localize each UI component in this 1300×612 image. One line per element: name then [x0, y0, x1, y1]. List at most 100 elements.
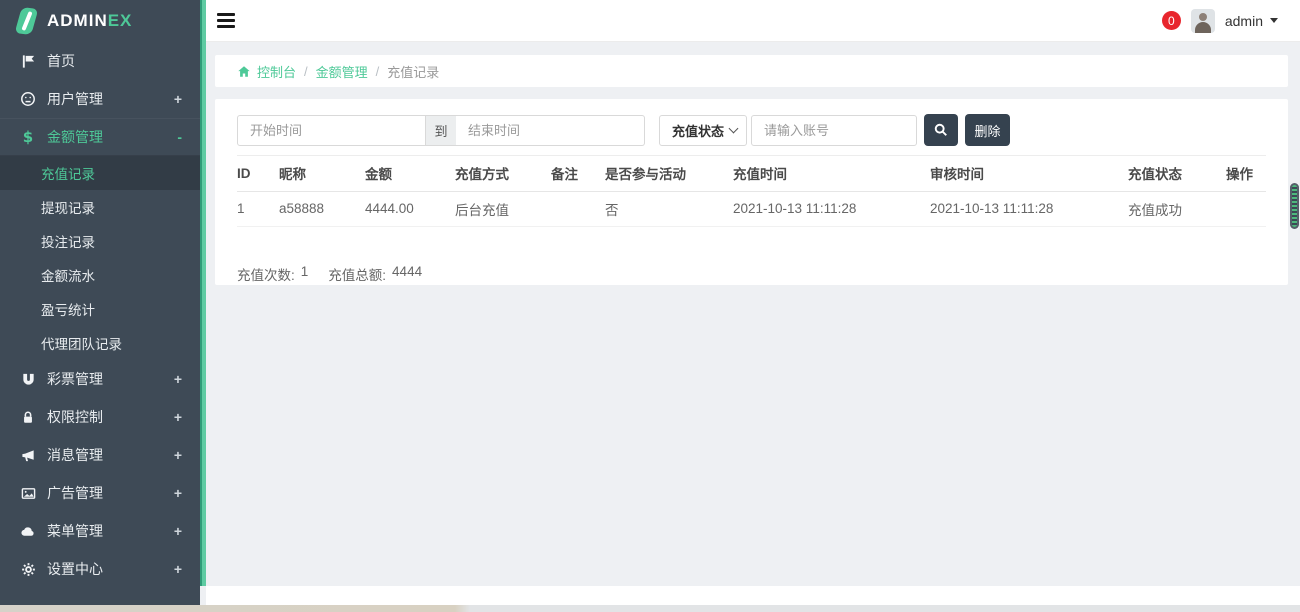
app-title: ADMINEX	[47, 11, 132, 31]
username: admin	[1225, 13, 1263, 29]
start-time-input[interactable]	[237, 115, 426, 146]
sidebar-item-label: 设置中心	[47, 559, 174, 579]
user-menu[interactable]: admin	[1225, 13, 1278, 29]
submenu-item-withdraw-records[interactable]: 提现记录	[0, 190, 200, 224]
recharge-status-select[interactable]: 充值状态	[659, 115, 747, 146]
collapse-toggle: -	[177, 129, 182, 145]
cell-recharge-time: 2021-10-13 11:11:28	[733, 191, 930, 226]
submenu-item-profit-stats[interactable]: 盈亏统计	[0, 292, 200, 326]
sidebar-item-ads[interactable]: 广告管理 +	[0, 474, 200, 512]
cell-activity-participation: 否	[605, 191, 733, 226]
cell-audit-time: 2021-10-13 11:11:28	[930, 191, 1128, 226]
date-range-group: 到	[237, 115, 645, 146]
breadcrumb: 控制台 / 金额管理 / 充值记录	[215, 55, 1288, 87]
cell-nickname: a58888	[279, 191, 365, 226]
sidebar-item-users[interactable]: 用户管理 +	[0, 80, 200, 118]
breadcrumb-home[interactable]: 控制台	[237, 62, 296, 81]
submenu-item-recharge-records[interactable]: 充值记录	[0, 156, 200, 190]
header-recharge-status: 充值状态	[1128, 156, 1226, 191]
sidebar-item-label: 用户管理	[47, 89, 174, 109]
page: ADMINEX 首页 用户管理 + $ 金额管理 -	[0, 0, 1300, 612]
image-icon	[20, 485, 36, 501]
recharge-total-label: 充值总额:	[328, 264, 386, 284]
expand-toggle: +	[174, 447, 182, 463]
vertical-scrollbar-thumb[interactable]	[1290, 183, 1299, 229]
records-table: ID 昵称 金额 充值方式 备注 是否参与活动 充值时间 审核时间 充值状态 操…	[237, 156, 1266, 227]
header-activity-participation: 是否参与活动	[605, 156, 733, 191]
cell-id: 1	[237, 191, 279, 226]
table-row: 1 a58888 4444.00 后台充值 否 2021-10-13 11:11…	[237, 191, 1266, 226]
breadcrumb-section[interactable]: 金额管理	[316, 62, 368, 81]
submenu-label: 代理团队记录	[41, 333, 122, 353]
logo-icon	[16, 7, 38, 35]
expand-toggle: +	[174, 409, 182, 425]
sidebar-item-label: 首页	[47, 51, 182, 71]
sidebar-item-label: 消息管理	[47, 445, 174, 465]
header-audit-time: 审核时间	[930, 156, 1128, 191]
sidebar-menu: 首页 用户管理 + $ 金额管理 - 充值记录 提现记录 投注记录 金额流水 盈…	[0, 42, 200, 588]
recharge-total-value: 4444	[392, 264, 422, 284]
submenu-item-bet-records[interactable]: 投注记录	[0, 224, 200, 258]
breadcrumb-separator: /	[304, 64, 308, 79]
status-badge: 充值成功	[1128, 191, 1226, 226]
sidebar-item-settings[interactable]: 设置中心 +	[0, 550, 200, 588]
horizontal-scrollbar-track[interactable]	[206, 586, 1300, 605]
sidebar-item-label: 彩票管理	[47, 369, 174, 389]
submenu-label: 充值记录	[41, 163, 95, 183]
sidebar-item-lottery[interactable]: 彩票管理 +	[0, 360, 200, 398]
sidebar-item-label: 菜单管理	[47, 521, 174, 541]
magnet-icon	[20, 371, 36, 387]
submenu-label: 投注记录	[41, 231, 95, 251]
sidebar-item-money[interactable]: $ 金额管理 -	[0, 118, 200, 156]
submenu-label: 盈亏统计	[41, 299, 95, 319]
recharge-count-label: 充值次数:	[237, 264, 295, 284]
cell-actions	[1226, 191, 1266, 226]
submenu-label: 金额流水	[41, 265, 95, 285]
submenu-item-agent-team-records[interactable]: 代理团队记录	[0, 326, 200, 360]
submenu-item-money-flow[interactable]: 金额流水	[0, 258, 200, 292]
search-button[interactable]	[924, 114, 958, 146]
end-time-input[interactable]	[456, 115, 645, 146]
delete-button[interactable]: 删除	[965, 114, 1010, 146]
money-submenu: 充值记录 提现记录 投注记录 金额流水 盈亏统计 代理团队记录	[0, 156, 200, 360]
app-logo[interactable]: ADMINEX	[0, 0, 200, 42]
sidebar-item-home[interactable]: 首页	[0, 42, 200, 80]
sidebar-item-label: 权限控制	[47, 407, 174, 427]
header-id: ID	[237, 156, 279, 191]
avatar[interactable]	[1191, 9, 1215, 33]
topbar-right: 0 admin	[1162, 9, 1300, 33]
filter-bar: 到 充值状态 删除	[237, 114, 1266, 146]
chevron-down-icon	[1270, 18, 1278, 23]
header-remark: 备注	[551, 156, 605, 191]
header-amount: 金额	[365, 156, 455, 191]
chevron-down-icon	[729, 124, 739, 134]
sidebar: ADMINEX 首页 用户管理 + $ 金额管理 -	[0, 0, 200, 607]
cell-remark	[551, 191, 605, 226]
breadcrumb-current: 充值记录	[387, 62, 439, 81]
menu-toggle-icon[interactable]	[217, 4, 251, 38]
submenu-label: 提现记录	[41, 197, 95, 217]
sidebar-item-menus[interactable]: 菜单管理 +	[0, 512, 200, 550]
sidebar-item-messages[interactable]: 消息管理 +	[0, 436, 200, 474]
flag-icon	[20, 53, 36, 69]
header-recharge-time: 充值时间	[733, 156, 930, 191]
gear-icon	[20, 561, 36, 577]
sidebar-item-label: 广告管理	[47, 483, 174, 503]
search-icon	[934, 123, 948, 137]
expand-toggle: +	[174, 561, 182, 577]
megaphone-icon	[20, 447, 36, 463]
date-range-to-label: 到	[426, 115, 456, 146]
cell-amount: 4444.00	[365, 191, 455, 226]
expand-toggle: +	[174, 485, 182, 501]
account-input[interactable]	[751, 115, 917, 146]
cell-recharge-method: 后台充值	[455, 191, 551, 226]
sidebar-item-permissions[interactable]: 权限控制 +	[0, 398, 200, 436]
notification-badge[interactable]: 0	[1162, 11, 1181, 30]
expand-toggle: +	[174, 523, 182, 539]
breadcrumb-separator: /	[376, 64, 380, 79]
lock-icon	[20, 409, 36, 425]
bottom-edge-strip	[0, 605, 1300, 612]
topbar: 0 admin	[206, 0, 1300, 42]
home-icon	[237, 65, 251, 78]
summary-bar: 充值次数: 1 充值总额: 4444	[237, 264, 1266, 284]
